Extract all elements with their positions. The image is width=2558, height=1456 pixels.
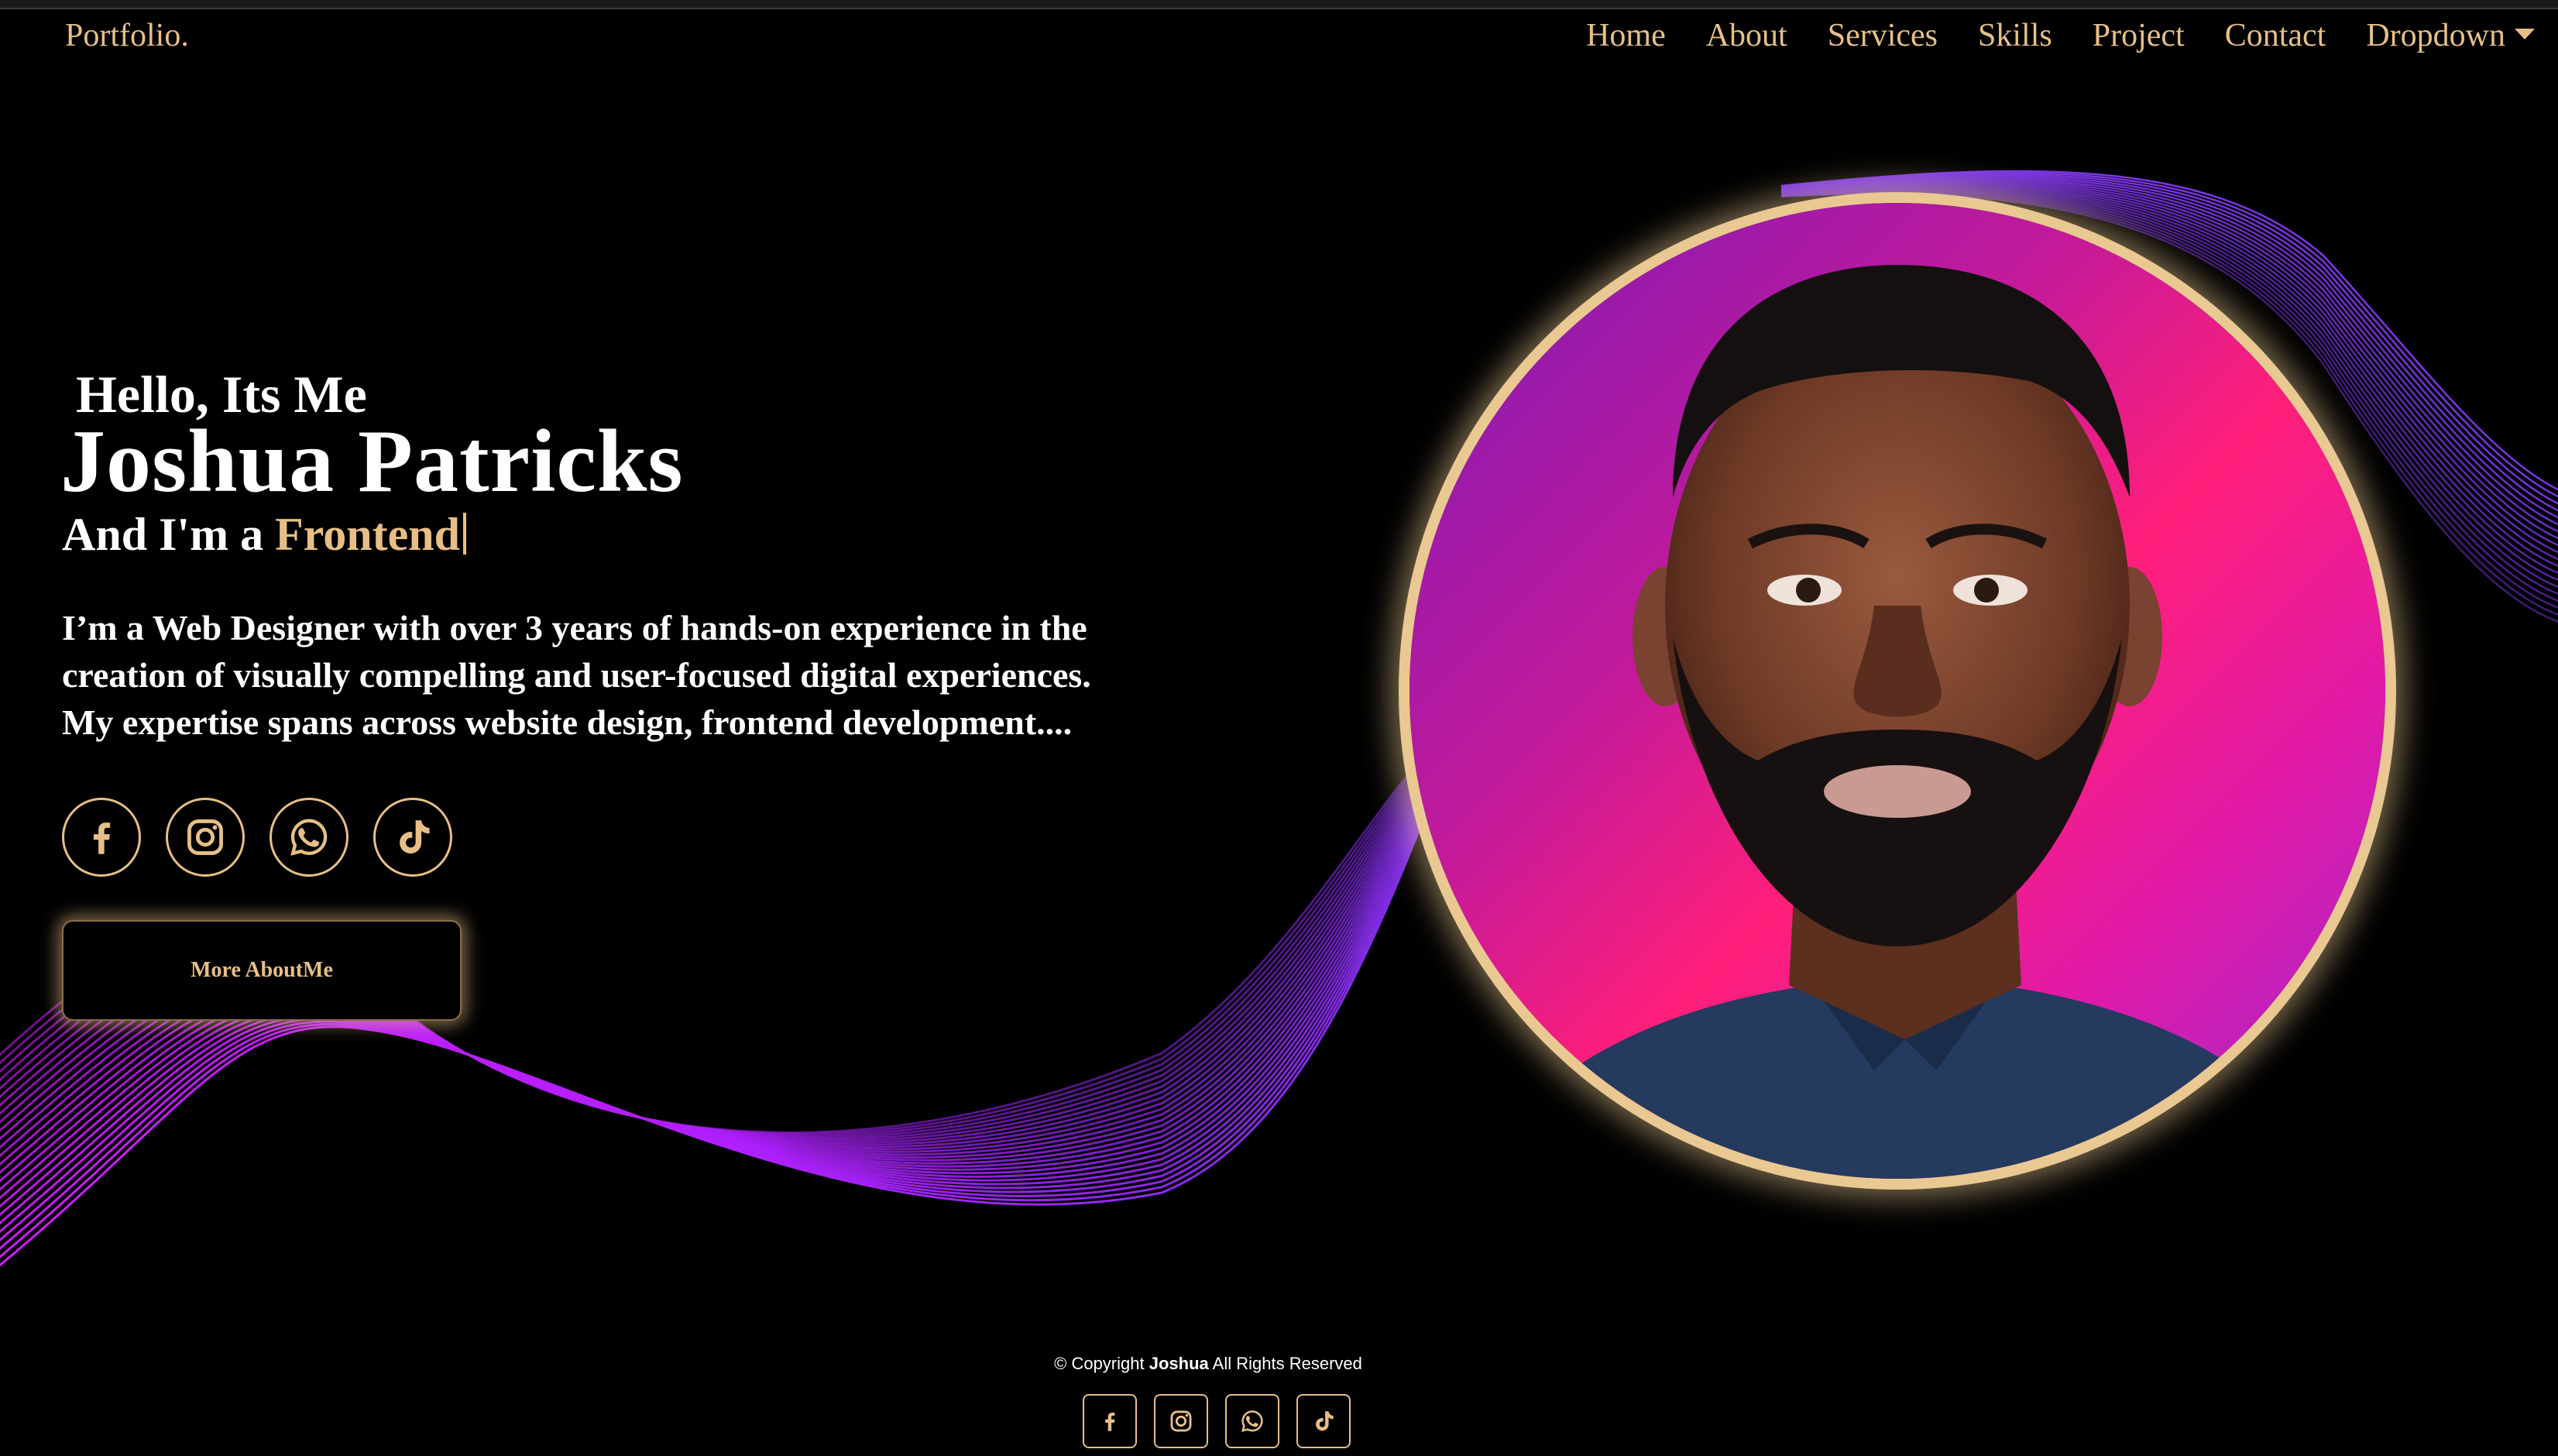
nav-about[interactable]: About [1706,17,1787,54]
instagram-icon [1170,1410,1192,1432]
portfolio-page: Portfolio. Home About Services Skills Pr… [0,0,2558,1456]
bio-line: creation of visually compelling and user… [62,655,1091,695]
instagram-button[interactable] [166,798,245,877]
copyright-text: © Copyright Joshua All Rights Reserved [0,1354,2416,1374]
copyright-suffix: All Rights Reserved [1212,1354,1362,1373]
facebook-icon [1105,1412,1115,1431]
hero-socials [62,798,452,877]
instagram-icon [187,819,223,855]
bio-line: I’m a Web Designer with over 3 years of … [62,608,1087,647]
nav-contact[interactable]: Contact [2225,17,2326,54]
hero-name: Joshua Patricks [60,412,684,511]
profile-portrait-illustration [1502,265,2308,1179]
profile-photo [1409,203,2385,1179]
typing-cursor [463,513,466,555]
whatsapp-icon [1241,1410,1263,1432]
nav-skills[interactable]: Skills [1978,17,2052,54]
hero-bio: I’m a Web Designer with over 3 years of … [62,604,1301,746]
footer-whatsapp-button[interactable] [1225,1394,1279,1448]
bio-line: My expertise spans across website design… [62,702,1073,742]
footer-socials [1083,1394,1351,1448]
footer-tiktok-button[interactable] [1296,1394,1351,1448]
facebook-button[interactable] [62,798,141,877]
copyright-name: Joshua [1149,1354,1209,1373]
hero-role: And I'm a Frontend [62,508,466,561]
role-typed: Frontend [275,509,460,560]
logo[interactable]: Portfolio. [65,17,189,54]
nav-dropdown-label: Dropdown [2366,18,2505,53]
copyright-prefix: © Copyright [1054,1354,1145,1373]
more-about-button[interactable]: More AboutMe [62,920,462,1021]
footer-facebook-button[interactable] [1083,1394,1137,1448]
tiktok-icon [1316,1411,1334,1431]
main-nav: Home About Services Skills Project Conta… [1586,17,2535,54]
footer-instagram-button[interactable] [1154,1394,1208,1448]
whatsapp-icon [290,819,328,856]
whatsapp-button[interactable] [270,798,349,877]
caret-down-icon [2515,29,2535,39]
nav-project[interactable]: Project [2093,17,2185,54]
nav-dropdown[interactable]: Dropdown [2366,17,2535,54]
facebook-icon [93,822,111,854]
role-prefix: And I'm a [62,509,264,560]
tiktok-button[interactable] [373,798,452,877]
tiktok-icon [400,820,430,854]
nav-services[interactable]: Services [1828,17,1938,54]
nav-home[interactable]: Home [1586,17,1666,54]
